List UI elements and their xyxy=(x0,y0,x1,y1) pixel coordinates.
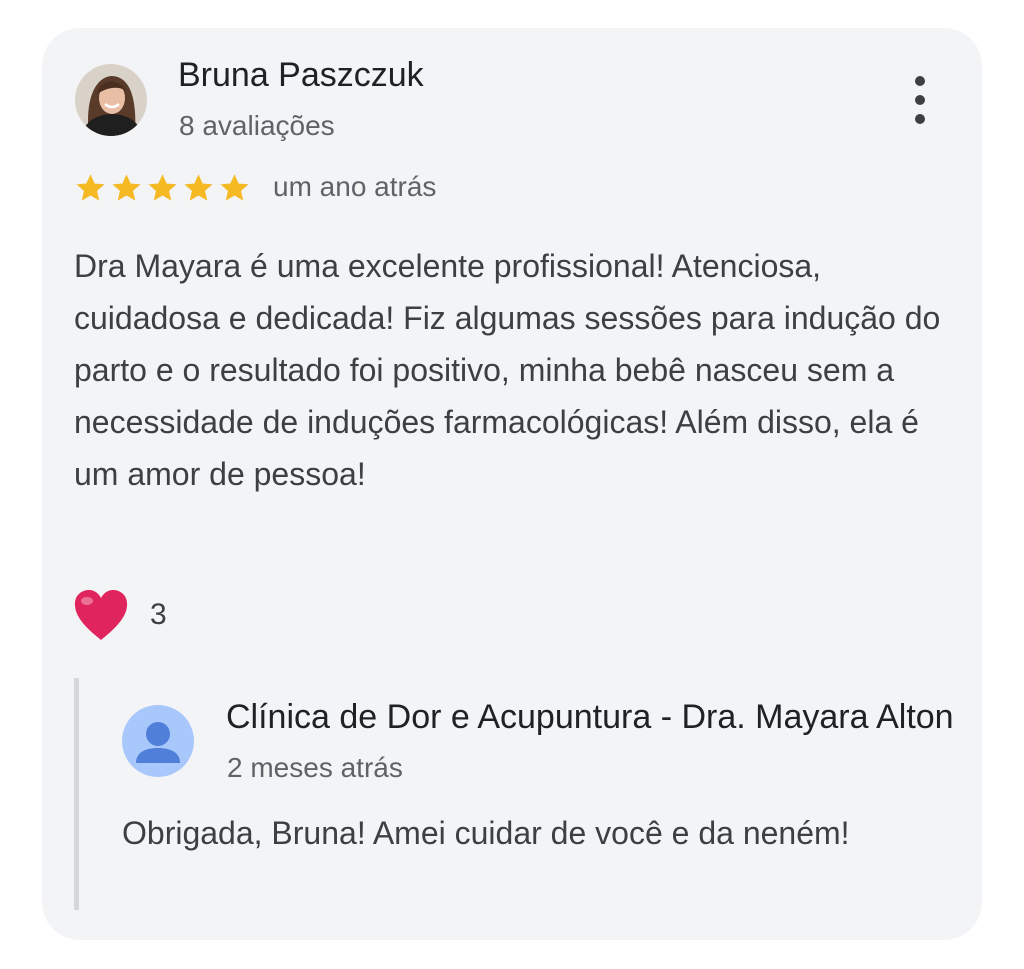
star-rating xyxy=(74,172,251,204)
star-icon xyxy=(220,174,249,201)
person-icon xyxy=(122,705,194,777)
reviewer-name[interactable]: Bruna Paszczuk xyxy=(178,56,424,95)
reply-divider xyxy=(74,678,79,910)
review-text: Dra Mayara é uma excelente profissional!… xyxy=(74,248,941,492)
star-icon xyxy=(148,174,177,201)
more-options-button[interactable] xyxy=(900,76,940,124)
reply-text: Obrigada, Bruna! Amei cuidar de você e d… xyxy=(122,815,850,851)
reaction-count: 3 xyxy=(150,598,167,631)
reviewer-review-count: 8 avaliações xyxy=(179,110,335,141)
owner-name[interactable]: Clínica de Dor e Acupuntura - Dra. Mayar… xyxy=(226,698,954,737)
reply-time: 2 meses atrás xyxy=(227,752,403,783)
star-icon xyxy=(112,174,141,201)
star-icon xyxy=(184,174,213,201)
review-card: Bruna Paszczuk 8 avaliações um ano atrás… xyxy=(42,28,982,940)
owner-avatar[interactable] xyxy=(122,705,194,777)
reviewer-avatar[interactable] xyxy=(75,64,147,136)
star-icon xyxy=(76,174,105,201)
review-time: um ano atrás xyxy=(273,171,437,202)
reaction-button[interactable]: 3 xyxy=(72,588,167,642)
reviewer-photo xyxy=(75,64,147,136)
more-dot-icon xyxy=(915,114,925,124)
heart-icon xyxy=(74,590,128,640)
more-dot-icon xyxy=(915,95,925,105)
more-dot-icon xyxy=(915,76,925,86)
